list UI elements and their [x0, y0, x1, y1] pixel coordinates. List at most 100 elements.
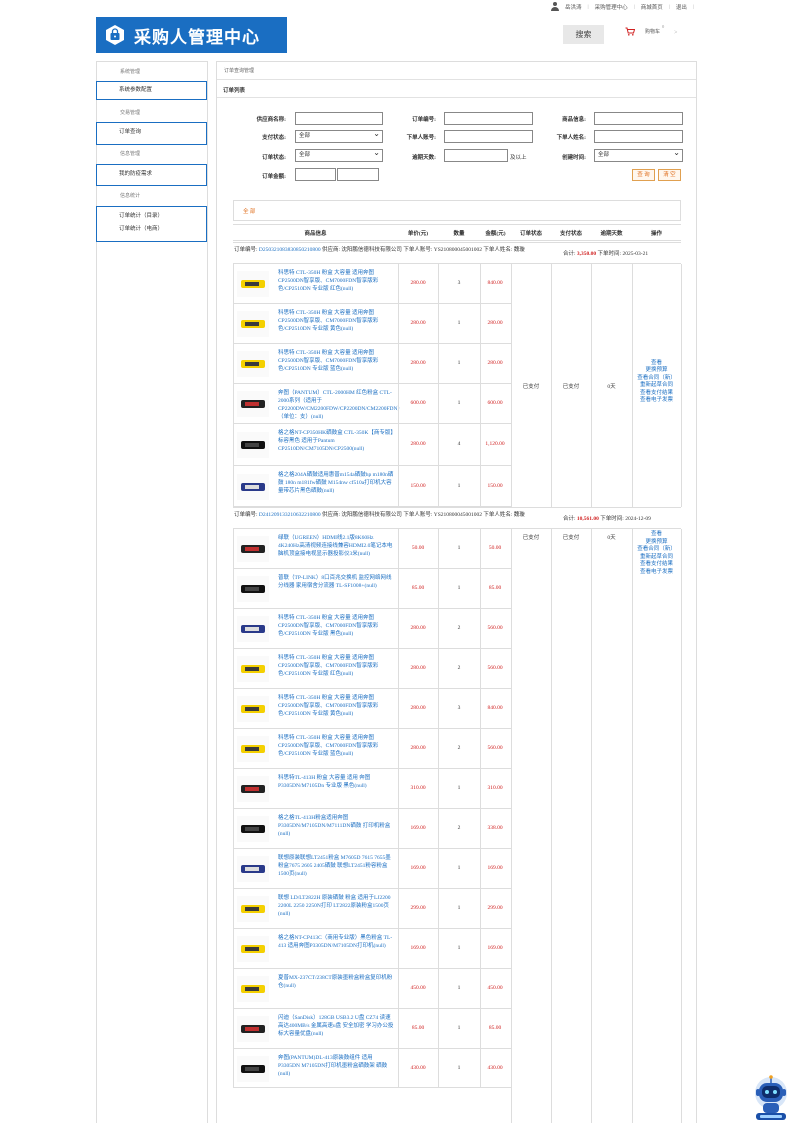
order-summary: 合计: 10,561.00 下单时间: 2024-12-09 — [563, 514, 651, 522]
product-name-link[interactable]: 科思特 CTL-350H 粉盒 大容量 适用奔图 CP2500DN智享版、CM7… — [278, 309, 394, 333]
product-name-link[interactable]: 科思特TL-413H 粉盒 大容量 适用 奔图 P3305DN/M7105Dn … — [278, 774, 394, 790]
sidebar-item-order-query[interactable]: 订单查询 — [97, 123, 206, 142]
product-thumbnail[interactable] — [237, 311, 269, 337]
view-link[interactable]: 查看 — [632, 531, 681, 539]
table-row: 科思特 CTL-350H 粉盒 大容量 适用奔图 CP2500DN智享版、CM7… — [233, 689, 511, 729]
link-purchase-center[interactable]: 采购管理中心 — [595, 3, 628, 11]
product-name-link[interactable]: 科思特 CTL-350H 粉盒 大容量 适用奔图 CP2500DN智享版、CM7… — [278, 614, 394, 638]
order-no-input[interactable] — [444, 112, 533, 125]
table-row: 格之格TL-413H粉盒适用奔图P3305DN/M7105DN/M7111DN硒… — [233, 809, 511, 849]
quantity: 1 — [457, 320, 461, 326]
redraft-contract-link[interactable]: 重新起草合同 — [632, 382, 681, 390]
cart-arrow-icon[interactable]: > — [674, 30, 677, 36]
product-name-link[interactable]: 格之格TL-413H粉盒适用奔图P3305DN/M7105DN/M7111DN硒… — [278, 814, 394, 838]
product-thumbnail[interactable] — [237, 576, 269, 602]
site-logo[interactable]: 采购人管理中心 — [96, 17, 287, 53]
amount-max-input[interactable] — [337, 168, 379, 181]
view-payment-link[interactable]: 查看支付结果 — [632, 561, 681, 569]
product-name-link[interactable]: 联想 LD/LT2822H 原装硒鼓 粉盒 适用于LJ2200 2200L 22… — [278, 894, 394, 918]
line-amount: 50.00 — [488, 545, 502, 551]
product-name-link[interactable]: 格之格NT-CP413C（商用专业版）黑色粉盒 TL-413 适用奔图P3305… — [278, 934, 394, 950]
amount-min-input[interactable] — [295, 168, 336, 181]
sidebar-item-system-params[interactable]: 系统参数配置 — [97, 82, 206, 99]
product-name-link[interactable]: 闪迪（SanDisk）128GB USB3.2 U盘 CZ74 读速高达400M… — [278, 1014, 394, 1038]
product-thumbnail[interactable] — [237, 391, 269, 417]
view-invoice-link[interactable]: 查看电子发票 — [632, 397, 681, 405]
cart-link[interactable]: 购物车 — [625, 27, 660, 36]
page-title: 订单列表 — [223, 88, 246, 94]
sidebar-item-stats-ecommerce[interactable]: 订单统计（电商） — [97, 223, 206, 236]
overdue-input[interactable] — [444, 149, 508, 162]
buyer-name-value: 魏璇 — [513, 512, 525, 518]
link-logout[interactable]: 退出 — [676, 3, 687, 11]
order-no-link[interactable]: D241209133210632210800 — [259, 512, 321, 518]
order-status: 已支付 — [522, 535, 540, 541]
line-amount: 450.00 — [487, 985, 503, 991]
product-name-link[interactable]: 科思特 CTL-350H 粉盒 大容量 适用奔图 CP2500DN智享版、CM7… — [278, 269, 394, 293]
order-actions: 查看 更换预算 查看合同（新） 重新起草合同 查看支付结果 查看电子发票 — [632, 360, 681, 406]
cart-count: 0 — [662, 24, 665, 29]
view-link[interactable]: 查看 — [632, 360, 681, 368]
product-thumbnail[interactable] — [237, 976, 269, 1002]
product-thumbnail[interactable] — [237, 816, 269, 842]
product-thumbnail[interactable] — [237, 856, 269, 882]
table-row: 科思特TL-413H 粉盒 大容量 适用 奔图 P3305DN/M7105Dn … — [233, 769, 511, 809]
product-thumbnail[interactable] — [237, 936, 269, 962]
th-overdue: 逾期天数 — [600, 231, 623, 237]
query-button[interactable]: 查 询 — [632, 169, 655, 181]
product-name-link[interactable]: 格之格204A硒鼓适用惠普m154a硒鼓hp m180n硒鼓 180n m181… — [278, 471, 394, 495]
link-mall-home[interactable]: 商城首页 — [641, 3, 663, 11]
product-name-link[interactable]: 科思特 CTL-350H 粉盒 大容量 适用奔图 CP2500DN智享版、CM7… — [278, 694, 394, 718]
supplier-input[interactable] — [295, 112, 383, 125]
quantity: 1 — [457, 585, 461, 591]
product-thumbnail[interactable] — [237, 271, 269, 297]
time-label: 下单时间: — [597, 251, 622, 257]
logo-title: 采购人管理中心 — [134, 27, 260, 48]
product-thumbnail[interactable] — [237, 896, 269, 922]
tab-all[interactable]: 全 部 — [243, 207, 255, 215]
view-invoice-link[interactable]: 查看电子发票 — [632, 569, 681, 577]
product-thumbnail[interactable] — [237, 1016, 269, 1042]
product-name-link[interactable]: 格之格NT-CP350HK硒鼓盒 CTL-350K【商专版】标容黑色 适用于Pa… — [278, 429, 394, 453]
product-thumbnail[interactable] — [237, 776, 269, 802]
reset-button[interactable]: 清 空 — [658, 169, 681, 181]
assistant-robot-icon[interactable] — [750, 1073, 792, 1121]
goods-input[interactable] — [594, 112, 683, 125]
buyer-account-input[interactable] — [444, 130, 533, 143]
product-name-link[interactable]: 奔图（PANTUM）CTL-2000HM 红色粉盒 CTL-2000系列（适用于… — [278, 389, 403, 421]
quantity: 1 — [457, 1064, 461, 1071]
order-no-link[interactable]: D250321083830850210800 — [259, 247, 321, 253]
change-budget-link[interactable]: 更换预算 — [632, 367, 681, 375]
product-thumbnail[interactable] — [237, 1055, 269, 1082]
pay-status-select[interactable]: 全部 — [295, 128, 383, 143]
product-name-link[interactable]: 普联（TP-LINK）8口百兆交换机 监控网络网线分线器 家用宿舍分流器 TL-… — [278, 574, 394, 590]
line-amount: 280.00 — [487, 360, 503, 366]
product-name-link[interactable]: 科思特 CTL-350H 粉盒 大容量 适用奔图 CP2500DN智享版、CM7… — [278, 349, 394, 373]
table-row: 联想 LD/LT2822H 原装硒鼓 粉盒 适用于LJ2200 2200L 22… — [233, 889, 511, 929]
product-thumbnail[interactable] — [237, 696, 269, 722]
search-button[interactable]: 搜索 — [563, 25, 604, 44]
product-name-link[interactable]: 绿联（UGREEN）HDMI线2.1版8K60Hz 4K240Hz高清视频连接线… — [278, 534, 394, 558]
created-select[interactable]: 全部 — [594, 147, 683, 162]
product-name-link[interactable]: 奔图(PANTUM)DL-413原装鼓组件 适用P3305DN M7105DN打… — [278, 1054, 394, 1078]
product-thumbnail[interactable] — [237, 616, 269, 642]
product-name-link[interactable]: 科思特 CTL-350H 粉盒 大容量 适用奔图 CP2500DN智享版、CM7… — [278, 654, 394, 678]
product-name-link[interactable]: 科思特 CTL-350H 粉盒 大容量 适用奔图 CP2500DN智享版、CM7… — [278, 734, 394, 758]
view-contract-link[interactable]: 查看合同（新） — [632, 546, 681, 554]
product-name-link[interactable]: 夏普MX-237CT/238CT原装墨粉盒粉盒复印机粉仓(null) — [278, 974, 394, 990]
supplier-label: 供应商名称: — [256, 117, 286, 123]
product-thumbnail[interactable] — [237, 656, 269, 682]
overdue-days: 0天 — [607, 535, 616, 541]
order-status-select[interactable]: 全部 — [295, 147, 383, 162]
product-thumbnail[interactable] — [237, 473, 269, 500]
product-thumbnail[interactable] — [237, 736, 269, 762]
product-thumbnail[interactable] — [237, 351, 269, 377]
buyer-name-input[interactable] — [594, 130, 683, 143]
product-thumbnail[interactable] — [237, 432, 269, 458]
product-name-link[interactable]: 联想原装联想LT2451粉盒 M7605D 7615 7655墨粉盒7675 2… — [278, 854, 394, 878]
product-thumbnail[interactable] — [237, 536, 269, 562]
sidebar-item-stats-catalog[interactable]: 订单统计（目录） — [97, 210, 206, 223]
table-row: 闪迪（SanDisk）128GB USB3.2 U盘 CZ74 读速高达400M… — [233, 1009, 511, 1049]
order-meta: 订单编号: D241209133210632210800 供应商: 沈阳鹏信德科… — [233, 511, 553, 520]
sidebar-item-epidemic-needs[interactable]: 我的防疫需求 — [97, 165, 206, 183]
